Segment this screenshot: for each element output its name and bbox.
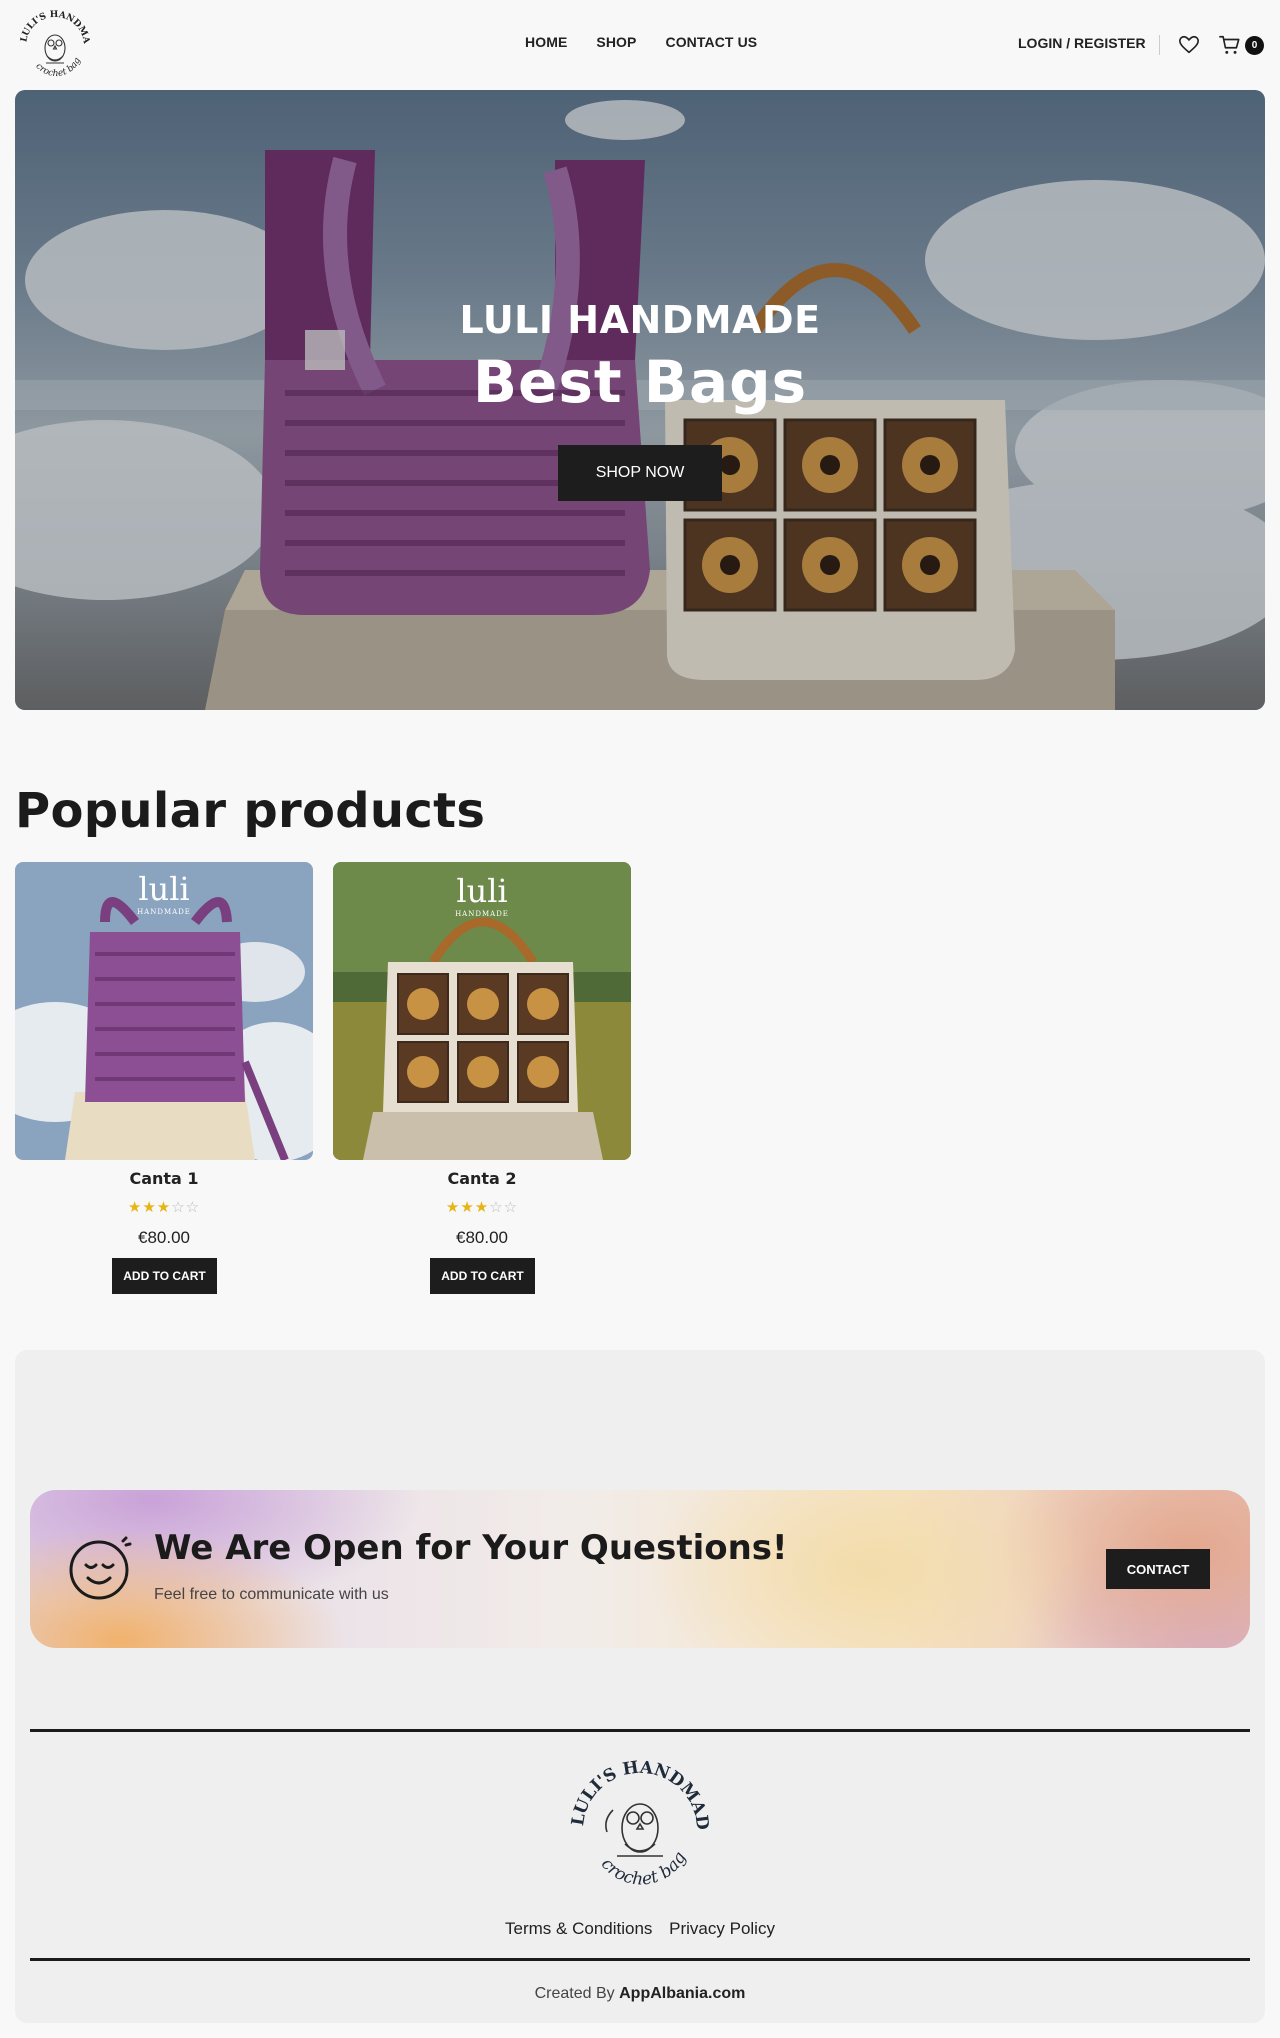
cart-count-badge: 0 [1245,36,1264,55]
product-image[interactable]: luli HANDMADE [15,862,313,1160]
credits-prefix: Created By [534,1985,615,2002]
product-rating: ★★★☆☆ [15,1198,313,1216]
product-card: luli HANDMADE Canta 1 ★★★☆☆ €80.00 ADD T… [15,862,313,1294]
nav-contact-us[interactable]: CONTACT US [665,34,757,50]
star-half-icon: ★ [156,1198,172,1216]
hero-title: Best Bags [472,348,808,416]
add-to-cart-button[interactable]: ADD TO CART [430,1258,535,1294]
contact-banner-subtitle: Feel free to communicate with us [154,1586,389,1603]
svg-text:crochet bag: crochet bag [597,1848,691,1890]
footer-links: Terms & Conditions Privacy Policy [0,1919,1280,1939]
svg-text:LULI'S HANDMADE: LULI'S HANDMADE [16,8,91,45]
star-empty-icon: ☆ [171,1198,186,1216]
nav-shop[interactable]: SHOP [596,34,636,50]
header-divider [1159,35,1160,55]
product-card: luli HANDMADE Canta 2 ★★★☆☆ €80.00 ADD T… [333,862,631,1294]
star-full-icon: ★ [142,1198,157,1216]
site-logo[interactable]: LULI'S HANDMADE crochet bag [16,8,94,82]
product-price: €80.00 [138,1228,190,1247]
contact-button[interactable]: CONTACT [1106,1549,1210,1589]
hero-banner: LULI HANDMADE Best Bags SHOP NOW [15,90,1265,710]
add-to-cart-button[interactable]: ADD TO CART [112,1258,217,1294]
star-empty-icon: ☆ [185,1198,201,1216]
shop-now-button[interactable]: SHOP NOW [558,445,722,501]
product-image[interactable]: luli HANDMADE [333,862,631,1160]
nav-home[interactable]: HOME [525,34,567,50]
star-half-icon: ★ [474,1198,490,1216]
footer-credits: Created By AppAlbania.com [0,1985,1280,2003]
footer-divider-top [30,1729,1250,1732]
main-nav: HOME SHOP CONTACT US [525,34,757,50]
product-rating: ★★★☆☆ [333,1198,631,1216]
footer-logo[interactable]: LULI'S HANDMADE crochet bag [565,1750,715,1892]
contact-banner-title: We Are Open for Your Questions! [154,1528,788,1568]
popular-products-title: Popular products [15,783,486,839]
heart-icon[interactable] [1178,34,1200,56]
svg-text:luli: luli [456,872,507,910]
product-name[interactable]: Canta 1 [15,1169,313,1188]
site-header: LULI'S HANDMADE crochet bag HOME SHOP CO… [0,0,1280,90]
product-name[interactable]: Canta 2 [333,1169,631,1188]
star-full-icon: ★ [127,1198,143,1216]
contact-banner: We Are Open for Your Questions! Feel fre… [30,1490,1250,1648]
star-full-icon: ★ [445,1198,461,1216]
privacy-link[interactable]: Privacy Policy [669,1919,775,1938]
svg-text:luli: luli [138,870,189,908]
credits-brand-link[interactable]: AppAlbania.com [619,1985,745,2002]
terms-link[interactable]: Terms & Conditions [505,1919,652,1938]
svg-text:HANDMADE: HANDMADE [455,910,509,918]
star-empty-icon: ☆ [503,1198,519,1216]
product-price: €80.00 [456,1228,508,1247]
cart-icon[interactable] [1219,34,1241,56]
svg-text:HANDMADE: HANDMADE [137,908,191,916]
star-empty-icon: ☆ [489,1198,504,1216]
star-full-icon: ★ [460,1198,475,1216]
footer-divider-bottom [30,1958,1250,1961]
smile-icon [69,1536,132,1600]
hero-subtitle: LULI HANDMADE [459,298,821,342]
login-register-link[interactable]: LOGIN / REGISTER [1018,35,1146,51]
